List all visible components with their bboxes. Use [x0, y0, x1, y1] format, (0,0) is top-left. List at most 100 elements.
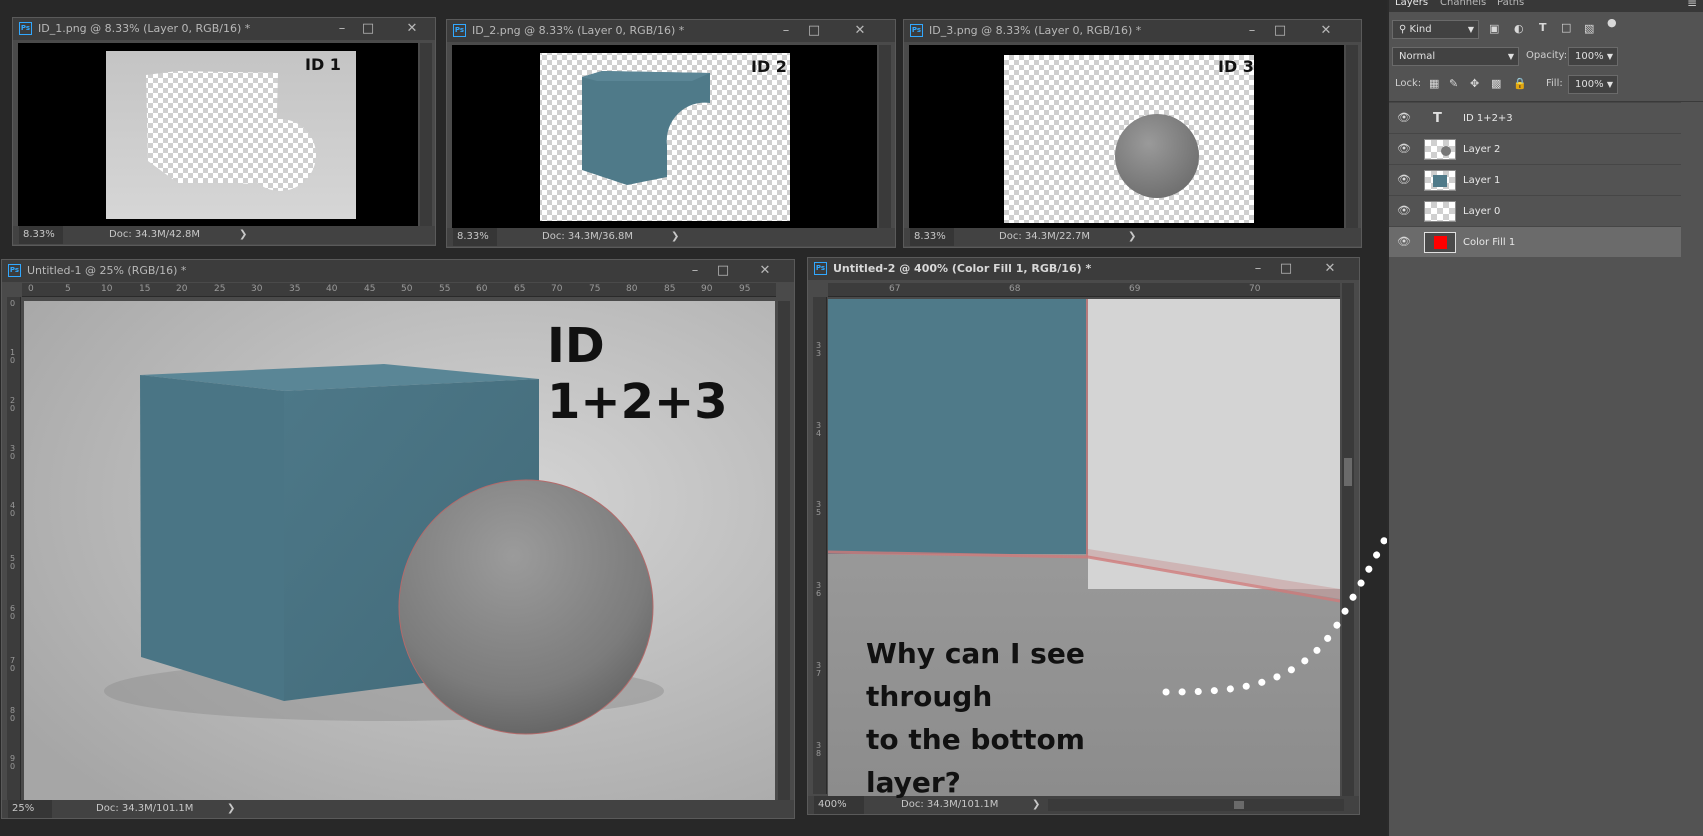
opacity-value: 100% [1575, 51, 1604, 62]
zoom-field[interactable]: 8.33% [453, 228, 497, 246]
close-button[interactable]: ✕ [1313, 20, 1339, 42]
layer-name[interactable]: Layer 2 [1463, 134, 1500, 165]
layer-row-layer0[interactable]: 👁 Layer 0 [1389, 195, 1681, 226]
layer-row-color-fill[interactable]: 👁 Color Fill 1 [1389, 226, 1681, 257]
layer-name[interactable]: Layer 0 [1463, 196, 1500, 227]
ruler-tick: 70 [551, 284, 563, 294]
layer-name[interactable]: Layer 1 [1463, 165, 1500, 196]
ruler-tick: 7 0 [10, 656, 16, 673]
minimize-button[interactable]: – [1245, 258, 1271, 280]
document-window-id3[interactable]: Ps ID_3.png @ 8.33% (Layer 0, RGB/16) * … [903, 19, 1362, 248]
canvas[interactable]: ID 1+2+3 [24, 301, 775, 800]
maximize-button[interactable]: □ [801, 20, 827, 42]
minimize-button[interactable]: – [773, 20, 799, 42]
lock-all-icon[interactable]: 🔒 [1513, 77, 1527, 90]
chevron-down-icon: ▼ [1606, 80, 1613, 89]
zoom-field[interactable]: 25% [8, 800, 52, 818]
shape-filter-icon[interactable]: □ [1561, 21, 1571, 34]
document-window-id2[interactable]: Ps ID_2.png @ 8.33% (Layer 0, RGB/16) * … [446, 19, 896, 248]
maximize-button[interactable]: □ [1273, 258, 1299, 280]
zoom-field[interactable]: 8.33% [910, 228, 954, 246]
zoom-field[interactable]: 400% [814, 796, 864, 814]
filter-toggle-icon[interactable]: ● [1607, 16, 1617, 29]
layer-row-layer2[interactable]: 👁 Layer 2 [1389, 133, 1681, 164]
chevron-right-icon[interactable]: ❯ [671, 228, 679, 246]
minimize-button[interactable]: – [1239, 20, 1265, 42]
tab-paths[interactable]: Paths [1497, 0, 1524, 8]
horizontal-ruler[interactable]: 67 68 69 70 [828, 283, 1340, 297]
status-bar: 25% Doc: 34.3M/101.1M ❯ [2, 800, 794, 818]
layer-row-text[interactable]: 👁 T ID 1+2+3 [1389, 102, 1681, 133]
visibility-eye-icon[interactable]: 👁 [1397, 235, 1411, 249]
question-annotation: Why can I see through to the bottom laye… [866, 632, 1186, 804]
canvas[interactable]: ID 1 [18, 43, 418, 226]
canvas[interactable]: ID 2 [452, 45, 877, 228]
close-button[interactable]: ✕ [1317, 258, 1343, 280]
adjustment-filter-icon[interactable]: ◐ [1514, 22, 1524, 35]
ruler-tick: 65 [514, 284, 526, 294]
maximize-button[interactable]: □ [710, 260, 736, 282]
fill-thumbnail[interactable] [1424, 232, 1456, 253]
lock-position-icon[interactable]: ✥ [1470, 77, 1479, 90]
title-bar[interactable]: Ps Untitled-1 @ 25% (RGB/16) * – □ ✕ [2, 260, 794, 282]
window-title: ID_3.png @ 8.33% (Layer 0, RGB/16) * [929, 24, 1142, 37]
vertical-ruler[interactable]: 3 3 3 4 3 5 3 6 3 7 3 8 [813, 297, 827, 794]
fill-field[interactable]: 100% ▼ [1568, 75, 1618, 94]
vertical-ruler[interactable]: 0 1 0 2 0 3 0 4 0 5 0 6 0 7 0 8 0 9 0 [7, 297, 21, 800]
lock-artboard-icon[interactable]: ▩ [1491, 77, 1501, 90]
tab-layers[interactable]: Layers [1395, 0, 1428, 8]
vertical-scrollbar[interactable] [1346, 45, 1358, 228]
document-window-id1[interactable]: Ps ID_1.png @ 8.33% (Layer 0, RGB/16) * … [12, 17, 436, 246]
maximize-button[interactable]: □ [355, 18, 381, 40]
vertical-scrollbar[interactable] [1342, 283, 1354, 796]
scroll-thumb[interactable] [1344, 458, 1352, 486]
zoom-field[interactable]: 8.33% [19, 226, 63, 244]
title-bar[interactable]: Ps ID_3.png @ 8.33% (Layer 0, RGB/16) * … [904, 20, 1361, 42]
layer-row-layer1[interactable]: 👁 Layer 1 [1389, 164, 1681, 195]
vertical-scrollbar[interactable] [778, 301, 790, 800]
title-bar[interactable]: Ps ID_1.png @ 8.33% (Layer 0, RGB/16) * … [13, 18, 435, 40]
panel-menu-icon[interactable]: ≡ [1687, 0, 1697, 10]
layer-thumbnail[interactable] [1424, 139, 1456, 160]
visibility-eye-icon[interactable]: 👁 [1397, 111, 1411, 125]
title-bar[interactable]: Ps ID_2.png @ 8.33% (Layer 0, RGB/16) * … [447, 20, 895, 42]
status-bar: 8.33% Doc: 34.3M/22.7M ❯ [904, 228, 1361, 246]
opacity-field[interactable]: 100% ▼ [1568, 47, 1618, 66]
type-filter-icon[interactable]: T [1539, 21, 1547, 34]
canvas[interactable]: ID 3 [909, 45, 1344, 228]
chevron-right-icon[interactable]: ❯ [227, 800, 235, 818]
minimize-button[interactable]: – [682, 260, 708, 282]
ruler-tick: 67 [889, 284, 901, 294]
lock-image-pixels-icon[interactable]: ✎ [1449, 77, 1458, 90]
visibility-eye-icon[interactable]: 👁 [1397, 204, 1411, 218]
scroll-thumb[interactable] [1234, 801, 1244, 809]
vertical-scrollbar[interactable] [879, 45, 891, 228]
vertical-scrollbar[interactable] [420, 43, 432, 226]
close-button[interactable]: ✕ [752, 260, 778, 282]
horizontal-ruler[interactable]: 0 5 10 15 20 25 30 35 40 45 50 55 60 65 … [22, 283, 776, 297]
document-window-untitled1[interactable]: Ps Untitled-1 @ 25% (RGB/16) * – □ ✕ 0 5… [1, 259, 795, 819]
ruler-tick: 5 0 [10, 554, 16, 571]
layer-name[interactable]: Color Fill 1 [1463, 227, 1515, 258]
fill-color-swatch [1434, 236, 1447, 249]
maximize-button[interactable]: □ [1267, 20, 1293, 42]
title-bar[interactable]: Ps Untitled-2 @ 400% (Color Fill 1, RGB/… [808, 258, 1359, 280]
layer-thumbnail[interactable] [1424, 201, 1456, 222]
visibility-eye-icon[interactable]: 👁 [1397, 142, 1411, 156]
minimize-button[interactable]: – [329, 18, 355, 40]
blend-mode-select[interactable]: Normal ▼ [1392, 47, 1519, 66]
close-button[interactable]: ✕ [847, 20, 873, 42]
pixel-filter-icon[interactable]: ▣ [1489, 22, 1499, 35]
ruler-tick: 5 [65, 284, 71, 294]
visibility-eye-icon[interactable]: 👁 [1397, 173, 1411, 187]
image-id1 [106, 51, 356, 219]
lock-transparent-pixels-icon[interactable]: ▦ [1429, 77, 1439, 90]
close-button[interactable]: ✕ [399, 18, 425, 40]
smart-object-filter-icon[interactable]: ▧ [1584, 22, 1594, 35]
chevron-right-icon[interactable]: ❯ [239, 226, 247, 244]
layer-name[interactable]: ID 1+2+3 [1463, 103, 1513, 134]
filter-kind-select[interactable]: ⚲ Kind ▼ [1392, 20, 1479, 39]
tab-channels[interactable]: Channels [1440, 0, 1486, 8]
chevron-right-icon[interactable]: ❯ [1128, 228, 1136, 246]
layer-thumbnail[interactable] [1424, 170, 1456, 191]
